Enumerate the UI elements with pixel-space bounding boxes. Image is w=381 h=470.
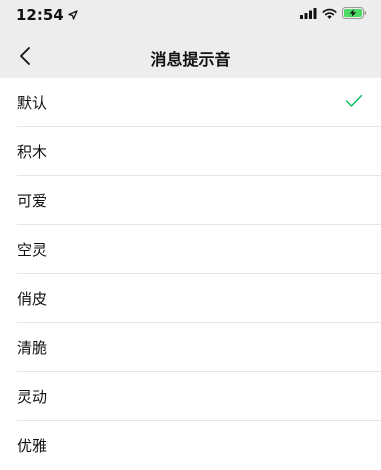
- sound-item-qingcui[interactable]: 清脆: [0, 323, 381, 372]
- sound-item-jimu[interactable]: 积木: [0, 127, 381, 176]
- sound-list: 默认 积木 可爱 空灵 俏皮 清脆 灵动 优雅: [0, 78, 381, 470]
- checkmark-icon: [345, 94, 363, 107]
- battery-charging-icon: [342, 7, 367, 19]
- time-text: 12:54: [16, 6, 64, 24]
- sound-item-qiaopi[interactable]: 俏皮: [0, 274, 381, 323]
- sound-item-kongling[interactable]: 空灵: [0, 225, 381, 274]
- sound-item-label: 俏皮: [17, 290, 48, 308]
- signal-icon: [300, 7, 317, 19]
- location-arrow-icon: [68, 10, 78, 20]
- sound-item-label: 灵动: [17, 388, 48, 406]
- sound-item-label: 空灵: [17, 241, 48, 259]
- nav-bar: 消息提示音: [0, 34, 381, 78]
- sound-item-lingdong[interactable]: 灵动: [0, 372, 381, 421]
- page-title: 消息提示音: [150, 50, 231, 69]
- sound-item-youya[interactable]: 优雅: [0, 421, 381, 470]
- status-bar: 12:54: [0, 0, 381, 34]
- wifi-icon: [322, 8, 337, 19]
- sound-item-label: 优雅: [17, 437, 48, 455]
- status-icons: [300, 7, 367, 19]
- sound-item-label: 清脆: [17, 339, 48, 357]
- sound-item-label: 可爱: [17, 192, 48, 210]
- status-time: 12:54: [16, 6, 78, 24]
- sound-item-label: 积木: [17, 143, 48, 161]
- sound-item-label: 默认: [17, 94, 48, 112]
- sound-item-default[interactable]: 默认: [0, 78, 381, 127]
- sound-item-keai[interactable]: 可爱: [0, 176, 381, 225]
- header: 12:54 消息提示音: [0, 0, 381, 78]
